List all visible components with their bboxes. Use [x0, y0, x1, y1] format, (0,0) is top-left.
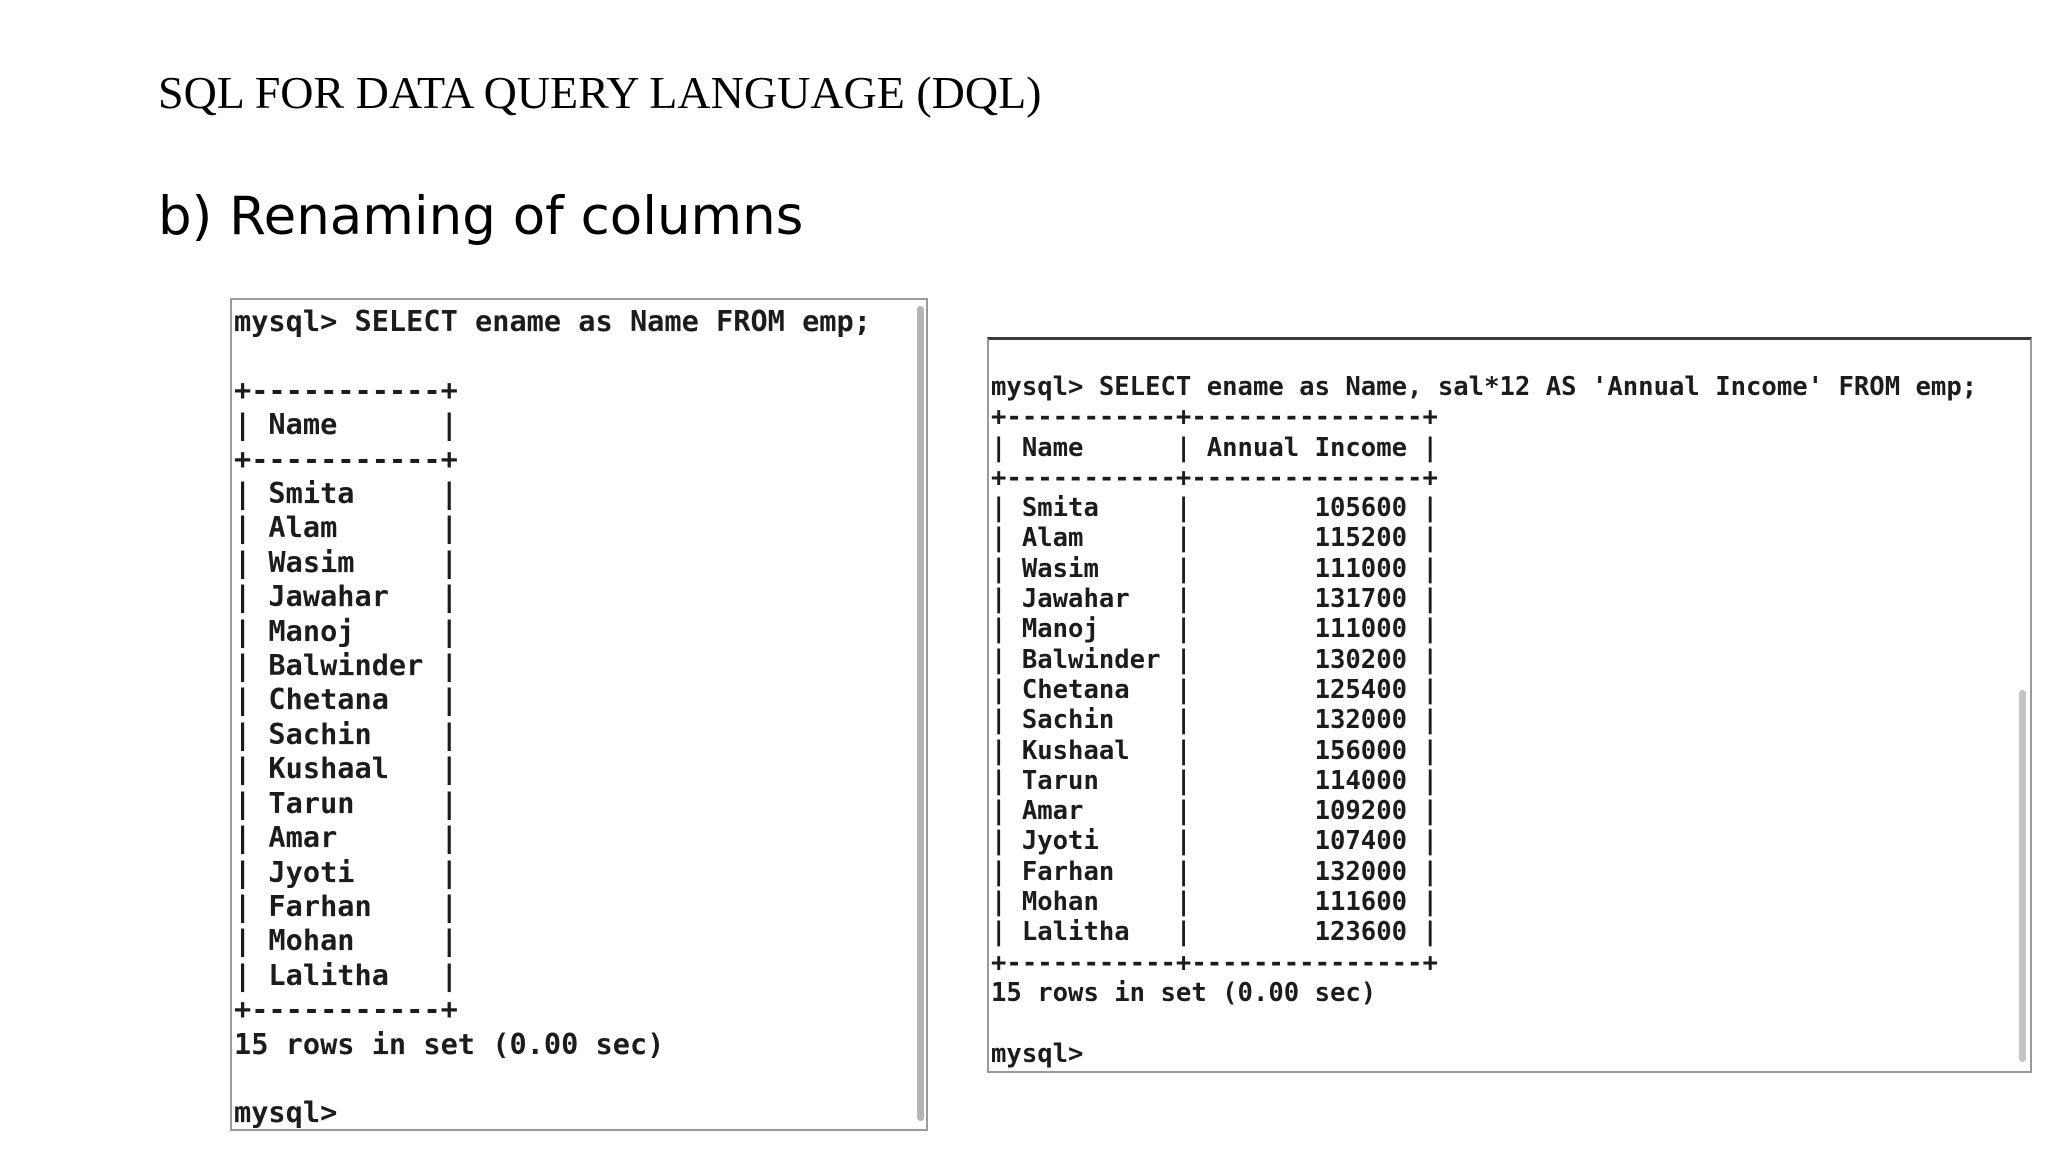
table-row: | Tarun | [234, 785, 458, 820]
scrollbar-left[interactable] [917, 306, 924, 1121]
table-row: | Kushaal | [234, 751, 458, 786]
table-row: | Lalitha | [234, 957, 458, 992]
table-border: +-----------+---------------+ [991, 947, 1438, 978]
table-row: | Jawahar | 131700 | [991, 584, 1438, 615]
table-row: | Alam | [234, 510, 458, 545]
table-row: | Smita | [234, 476, 458, 511]
result-summary: 15 rows in set (0.00 sec) [234, 1026, 665, 1061]
table-row: | Chetana | [234, 682, 458, 717]
table-row: | Farhan | 132000 | [991, 856, 1438, 887]
table-row: | Sachin | 132000 | [991, 705, 1438, 736]
mysql-prompt: mysql> [991, 1038, 1084, 1069]
table-header: | Name | Annual Income | [991, 432, 1438, 463]
slide-subheading: b) Renaming of columns [158, 186, 804, 247]
table-row: | Manoj | [234, 613, 458, 648]
table-row: | Chetana | 125400 | [991, 674, 1438, 705]
table-border: +-----------+---------------+ [991, 462, 1438, 493]
table-row: | Jawahar | [234, 579, 458, 614]
table-row: | Smita | 105600 | [991, 493, 1438, 524]
sql-command: mysql> SELECT ename as Name, sal*12 AS '… [991, 372, 1978, 402]
table-row: | Wasim | 111000 | [991, 553, 1438, 584]
table-row: | Wasim | [234, 544, 458, 579]
terminal-output-left: mysql> SELECT ename as Name FROM emp; +-… [234, 304, 871, 1130]
table-row: | Alam | 115200 | [991, 523, 1438, 554]
table-border: +-----------+ [234, 372, 458, 407]
table-row: | Balwinder | 130200 | [991, 644, 1438, 675]
scrollbar-right[interactable] [2019, 690, 2026, 1062]
table-border: +-----------+ [234, 441, 458, 476]
table-row: | Manoj | 111000 | [991, 614, 1438, 645]
table-row: | Farhan | [234, 888, 458, 923]
table-row: | Jyoti | 107400 | [991, 826, 1438, 857]
terminal-window-right: mysql> SELECT ename as Name, sal*12 AS '… [987, 337, 2032, 1073]
terminal-output-right: mysql> SELECT ename as Name, sal*12 AS '… [991, 372, 1977, 1069]
table-row: | Jyoti | [234, 854, 458, 889]
table-border: +-----------+---------------+ [991, 402, 1438, 433]
table-row: | Tarun | 114000 | [991, 765, 1438, 796]
table-row: | Sachin | [234, 716, 458, 751]
table-border: +-----------+ [234, 992, 458, 1027]
table-row: | Lalitha | 123600 | [991, 917, 1438, 948]
table-row: | Mohan | [234, 923, 458, 958]
table-row: | Amar | [234, 820, 458, 855]
mysql-prompt: mysql> [234, 1095, 338, 1130]
result-summary: 15 rows in set (0.00 sec) [991, 977, 1377, 1008]
table-header: | Name | [234, 407, 458, 442]
table-row: | Mohan | 111600 | [991, 887, 1438, 918]
table-row: | Kushaal | 156000 | [991, 735, 1438, 766]
table-row: | Amar | 109200 | [991, 796, 1438, 827]
terminal-window-left: mysql> SELECT ename as Name FROM emp; +-… [230, 298, 928, 1131]
table-row: | Balwinder | [234, 648, 458, 683]
sql-command: mysql> SELECT ename as Name FROM emp; [234, 304, 871, 338]
slide-heading: SQL FOR DATA QUERY LANGUAGE (DQL) [158, 67, 1042, 118]
